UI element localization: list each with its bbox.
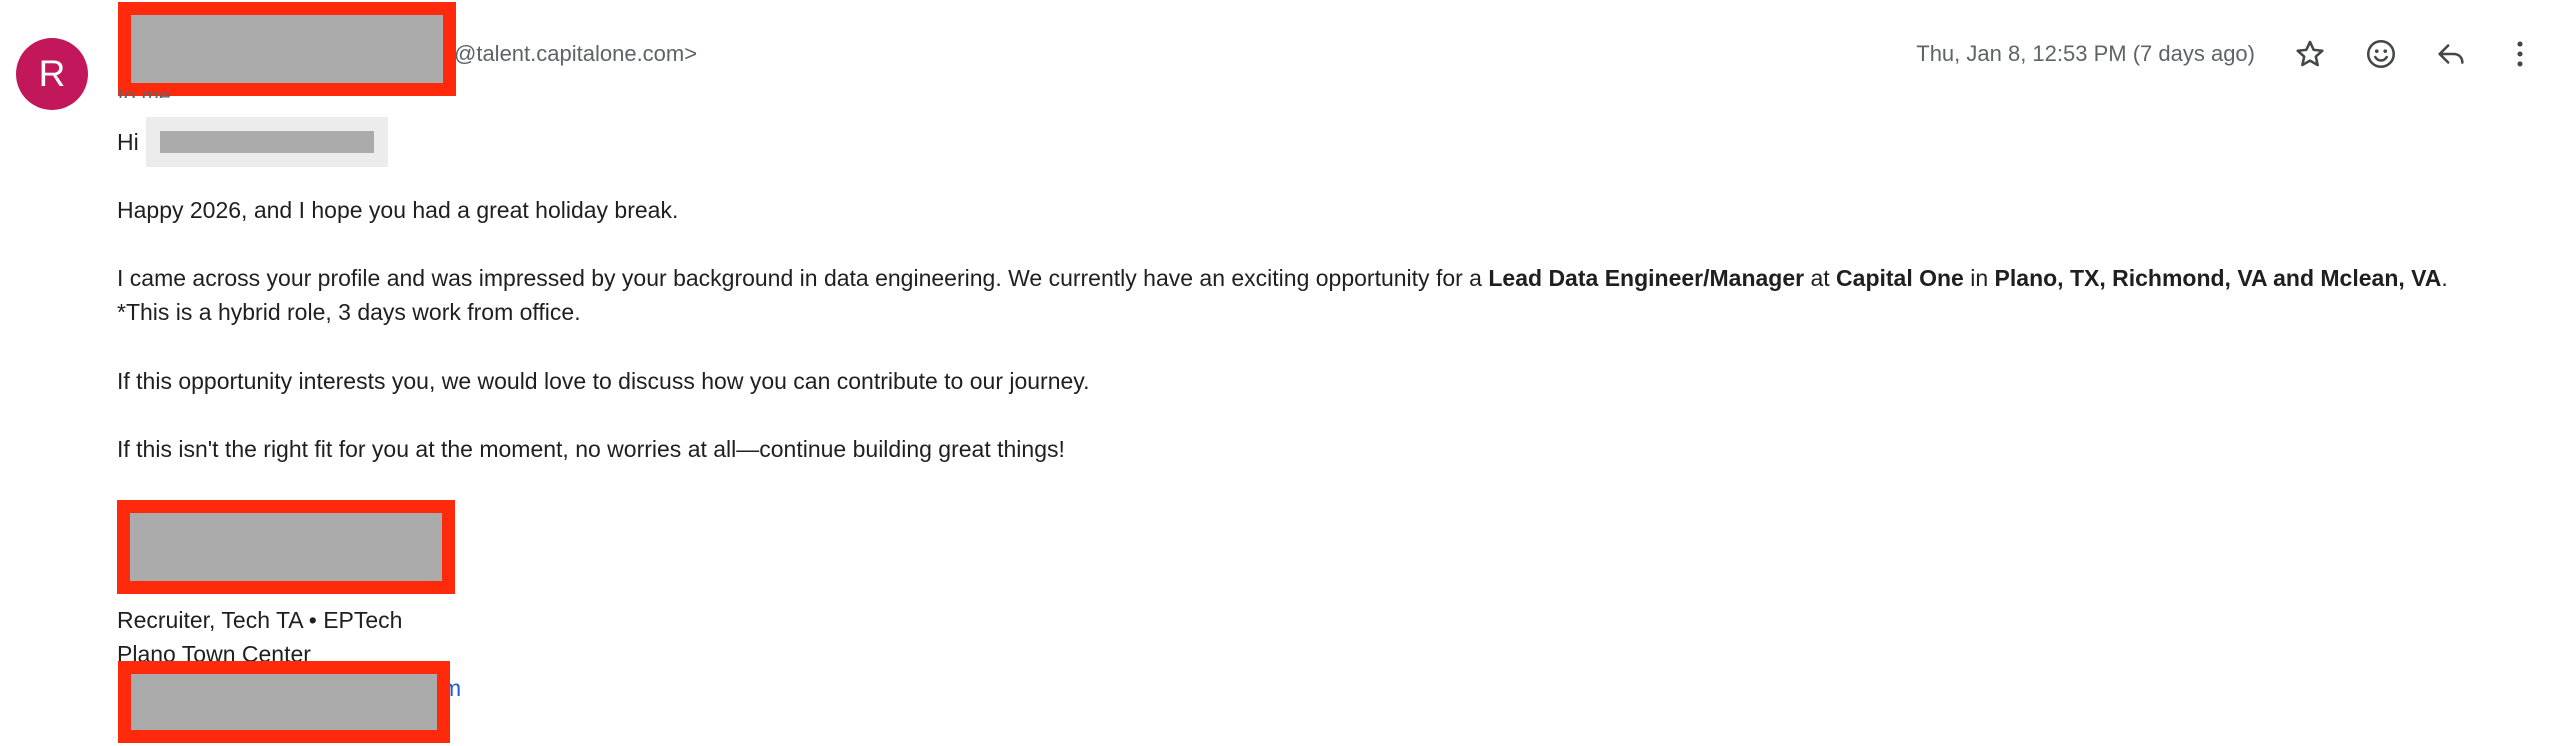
paragraph-opportunity: I came across your profile and was impre… <box>117 261 2448 295</box>
para2-end: . <box>2441 265 2448 291</box>
recipient-label[interactable]: to me <box>118 80 171 98</box>
company-name: Capital One <box>1836 265 1964 291</box>
star-button[interactable] <box>2286 30 2334 78</box>
job-locations: Plano, TX, Richmond, VA and Mclean, VA <box>1994 265 2442 291</box>
paragraph-greeting: Happy 2026, and I hope you had a great h… <box>117 197 679 223</box>
star-icon <box>2296 40 2324 67</box>
reply-icon <box>2438 44 2464 64</box>
sender-avatar[interactable]: R <box>16 38 88 110</box>
signature-email-redaction <box>118 661 450 743</box>
role-title: Lead Data Engineer/Manager <box>1488 265 1805 291</box>
para2-in: in <box>1963 265 1995 291</box>
hybrid-note: *This is a hybrid role, 3 days work from… <box>117 299 581 325</box>
signature-name-redaction <box>117 500 455 594</box>
more-options-button[interactable] <box>2496 30 2544 78</box>
more-vert-icon <box>2517 41 2523 67</box>
signature-title: Recruiter, Tech TA • EPTech <box>117 607 403 633</box>
avatar-initial: R <box>38 53 66 94</box>
paragraph-interest: If this opportunity interests you, we wo… <box>117 368 1090 394</box>
greeting-prefix: Hi <box>117 129 139 155</box>
para2-text: I came across your profile and was impre… <box>117 265 1489 291</box>
reply-button[interactable] <box>2427 30 2475 78</box>
greeting: Hi <box>117 125 139 159</box>
emoji-icon <box>2366 39 2396 69</box>
sender-email-domain: @talent.capitalone.com> <box>454 41 698 66</box>
email-date: Thu, Jan 8, 12:53 PM (7 days ago) <box>1916 41 2255 66</box>
recipient-name-redaction <box>146 117 388 167</box>
add-reaction-button[interactable] <box>2357 30 2405 78</box>
paragraph-closing: If this isn't the right fit for you at t… <box>117 436 1065 462</box>
para2-at: at <box>1804 265 1837 291</box>
